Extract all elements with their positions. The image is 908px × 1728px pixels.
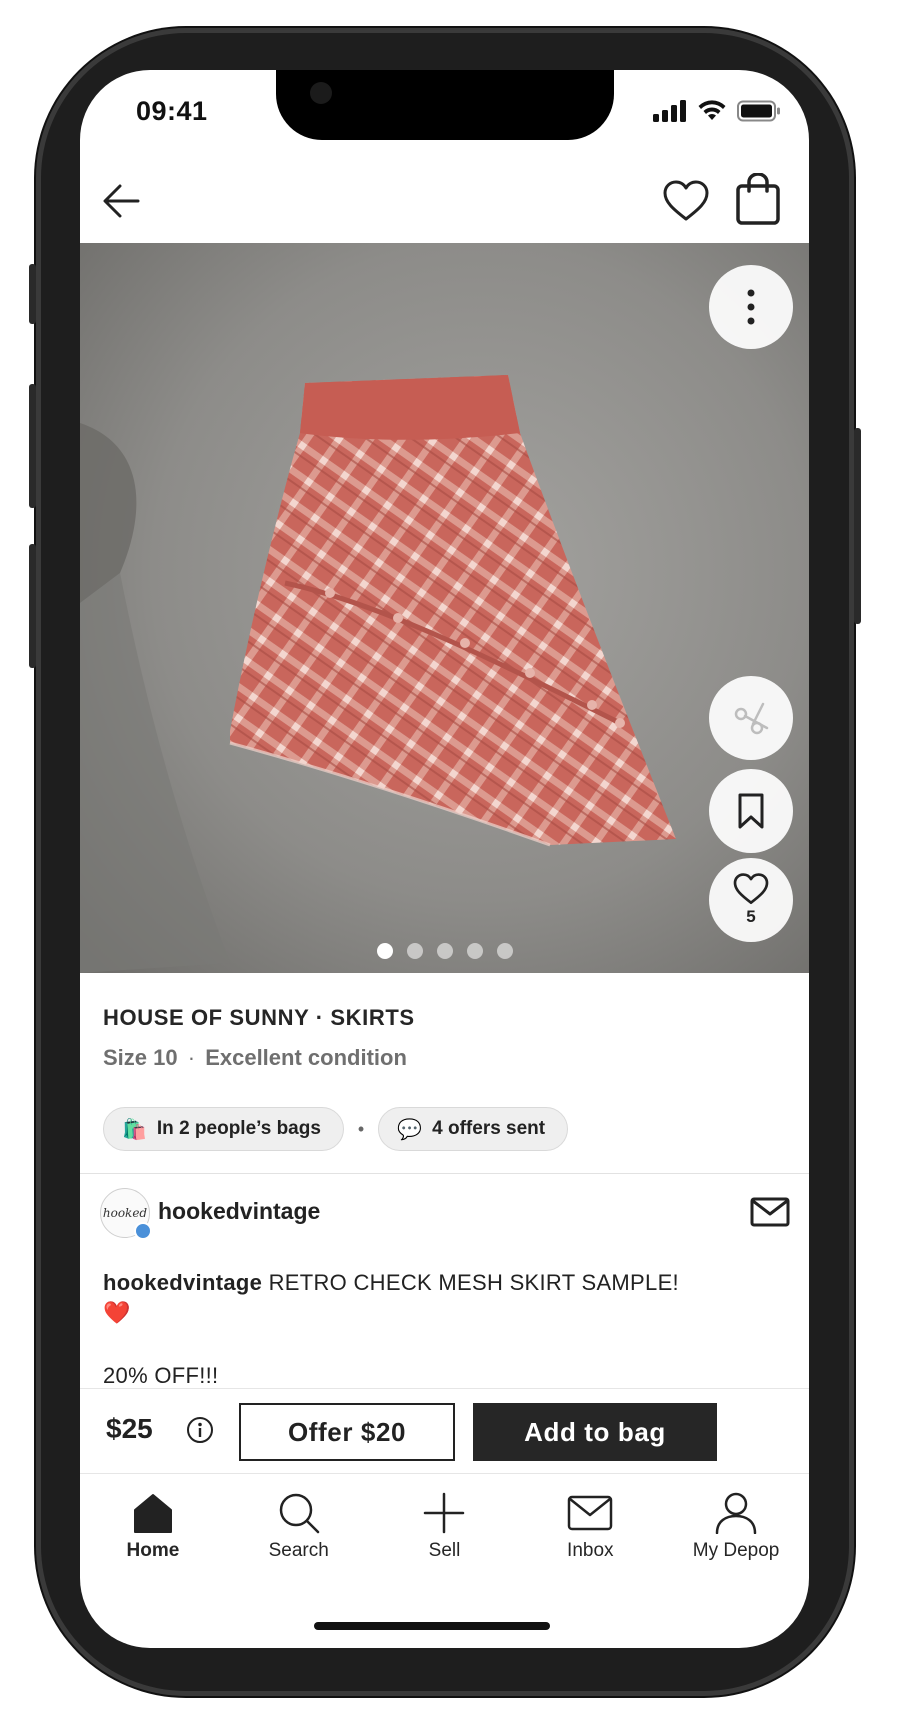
tab-inbox[interactable]: Inbox: [517, 1478, 663, 1588]
mail-icon: [568, 1495, 613, 1531]
search-icon: [279, 1493, 319, 1534]
verified-badge-icon: [134, 1222, 152, 1240]
offers-chip: 💬 4 offers sent: [378, 1107, 569, 1151]
tab-home[interactable]: Home: [80, 1478, 226, 1588]
product-photo: [80, 243, 809, 973]
like-count: 5: [746, 907, 756, 926]
description-username[interactable]: hookedvintage: [103, 1270, 262, 1295]
app-screen: 09:41 5 HOUSE OF SUNNY · SKIRTS Size 10 …: [80, 70, 809, 1648]
tab-my-depop[interactable]: My Depop: [663, 1478, 809, 1588]
avatar-logo-text: hooked: [102, 1206, 148, 1220]
shopping-bags-icon: 🛍️: [122, 1118, 147, 1141]
notch: [276, 70, 614, 140]
tab-sell[interactable]: Sell: [372, 1478, 518, 1588]
heart-outline-icon: [663, 180, 709, 221]
vertical-dots-icon: [747, 289, 755, 325]
meta-separator: ·: [187, 1045, 196, 1070]
description-offer-line: 20% OFF!!!: [103, 1363, 219, 1388]
home-icon: [133, 1494, 172, 1533]
cellular-signal-icon: [653, 100, 686, 122]
tab-label: Search: [268, 1540, 329, 1561]
carousel-dot[interactable]: [466, 943, 483, 959]
product-description: hookedvintage RETRO CHECK MESH SKIRT SAM…: [103, 1268, 793, 1391]
carousel-page-indicator: [80, 943, 809, 959]
mail-icon: [750, 1197, 790, 1227]
seller-row[interactable]: hooked hookedvintage: [100, 1188, 790, 1242]
add-to-bag-button[interactable]: Add to bag: [473, 1403, 717, 1461]
bag-button[interactable]: [732, 171, 784, 227]
tab-label: Inbox: [567, 1540, 614, 1561]
make-offer-button[interactable]: Offer $20: [239, 1403, 455, 1461]
offers-chip-label: 4 offers sent: [432, 1118, 546, 1139]
favorite-button[interactable]: [660, 175, 712, 227]
volume-up-button: [29, 384, 36, 508]
home-indicator: [314, 1622, 550, 1630]
top-nav-bar: [80, 165, 809, 235]
carousel-dot[interactable]: [376, 943, 393, 959]
social-proof-chips: 🛍️ In 2 people’s bags • 💬 4 offers sent: [103, 1107, 569, 1151]
heart-emoji: ❤️: [103, 1300, 131, 1325]
arrow-left-icon: [103, 184, 140, 218]
plus-icon: [424, 1492, 465, 1534]
power-button: [854, 428, 861, 624]
scissors-icon: [734, 702, 769, 735]
bottom-tab-bar: Home Search Sell Inbox My Depop: [80, 1478, 809, 1588]
product-info: HOUSE OF SUNNY · SKIRTS Size 10 · Excell…: [103, 1005, 793, 1071]
carousel-dot[interactable]: [496, 943, 513, 959]
carousel-dot[interactable]: [406, 943, 423, 959]
product-photo-carousel[interactable]: 5: [80, 243, 809, 973]
chip-separator: •: [357, 1118, 365, 1139]
purchase-bar: $25 Offer $20 Add to bag: [80, 1388, 809, 1474]
tab-label: My Depop: [692, 1540, 780, 1561]
bags-chip: 🛍️ In 2 people’s bags: [103, 1107, 344, 1151]
description-text: RETRO CHECK MESH SKIRT SAMPLE!: [262, 1270, 679, 1295]
speech-bubble-icon: 💬: [397, 1118, 423, 1141]
price: $25: [106, 1413, 153, 1444]
more-options-button[interactable]: [709, 265, 793, 349]
tab-label: Home: [126, 1540, 180, 1561]
like-button[interactable]: 5: [709, 858, 793, 942]
status-icons: [653, 100, 781, 122]
user-icon: [715, 1492, 757, 1534]
mute-switch: [29, 264, 36, 324]
tab-search[interactable]: Search: [226, 1478, 372, 1588]
back-button[interactable]: [98, 177, 146, 225]
brand-category-link[interactable]: HOUSE OF SUNNY · SKIRTS: [103, 1005, 793, 1031]
heart-outline-icon: [733, 873, 769, 905]
status-time: 09:41: [136, 96, 208, 126]
save-button[interactable]: [709, 769, 793, 853]
volume-down-button: [29, 544, 36, 668]
condition-label: Excellent condition: [205, 1045, 407, 1070]
seller-username[interactable]: hookedvintage: [158, 1198, 320, 1225]
bags-chip-label: In 2 people’s bags: [156, 1118, 321, 1139]
section-divider: [80, 1173, 809, 1174]
bookmark-icon: [738, 793, 764, 829]
wifi-icon: [698, 100, 726, 120]
size-label: Size 10: [103, 1045, 178, 1070]
carousel-dot[interactable]: [436, 943, 453, 959]
cut-out-button[interactable]: [709, 676, 793, 760]
info-icon[interactable]: [186, 1416, 214, 1444]
size-condition: Size 10 · Excellent condition: [103, 1045, 793, 1071]
front-camera: [310, 82, 332, 104]
shopping-bag-icon: [736, 173, 780, 225]
message-seller-button[interactable]: [748, 1192, 792, 1232]
battery-icon: [737, 100, 780, 122]
tab-label: Sell: [428, 1540, 461, 1561]
